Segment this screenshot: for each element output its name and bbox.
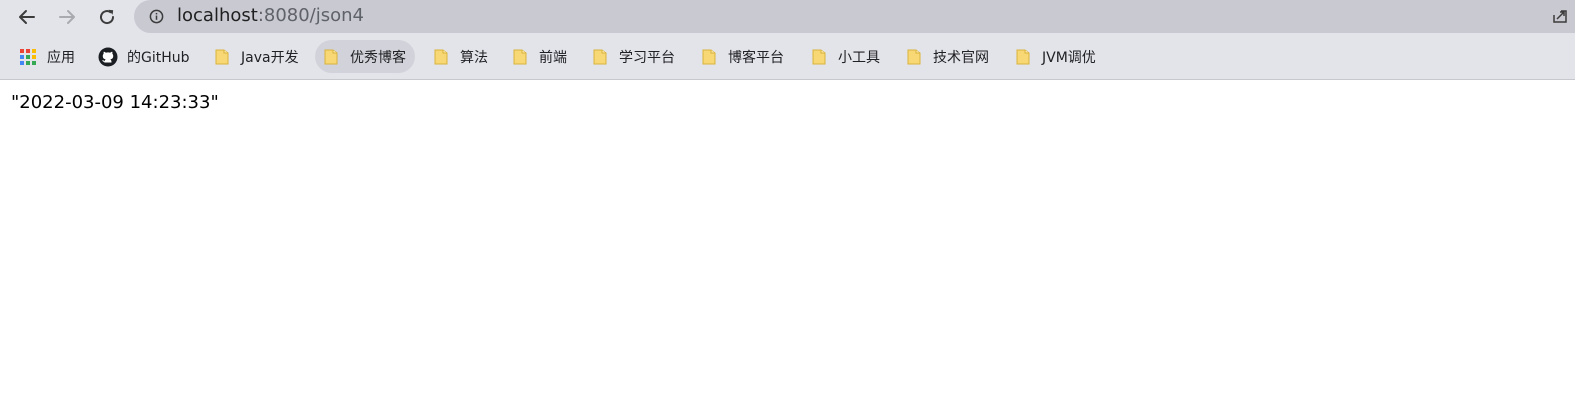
bookmark-folder-jvm[interactable]: JVM调优 — [1007, 40, 1105, 73]
github-icon — [98, 47, 118, 66]
arrow-left-icon — [19, 10, 35, 24]
bookmark-folder-java[interactable]: Java开发 — [206, 40, 308, 73]
bookmark-label: 博客平台 — [728, 49, 784, 66]
folder-icon — [215, 49, 229, 64]
folder-icon — [907, 49, 921, 64]
bookmark-label: 的GitHub — [127, 49, 190, 66]
bookmark-label: 学习平台 — [619, 49, 675, 66]
url-path: :8080/json4 — [257, 5, 365, 26]
browser-toolbar: localhost:8080/json4 — [0, 0, 1575, 35]
bookmark-label: 技术官网 — [933, 49, 989, 66]
url-host: localhost — [177, 5, 258, 26]
apps-grid-icon — [20, 48, 36, 65]
reload-button[interactable] — [92, 3, 122, 31]
address-bar[interactable]: localhost:8080/json4 — [134, 0, 1575, 33]
folder-icon — [513, 49, 527, 64]
folder-icon — [702, 49, 716, 64]
folder-icon — [434, 49, 448, 64]
bookmark-folder-learning[interactable]: 学习平台 — [584, 40, 684, 73]
arrow-right-icon — [59, 10, 75, 24]
bookmark-folder-official-sites[interactable]: 技术官网 — [898, 40, 998, 73]
info-icon[interactable] — [149, 9, 164, 24]
json-response-text: "2022-03-09 14:23:33" — [11, 92, 219, 113]
bookmark-label: 算法 — [460, 49, 488, 66]
reload-icon — [100, 9, 115, 25]
bookmark-label: Java开发 — [241, 49, 299, 66]
bookmark-label: 前端 — [539, 49, 567, 66]
bookmark-folder-blog-platforms[interactable]: 博客平台 — [693, 40, 793, 73]
forward-button[interactable] — [52, 3, 82, 31]
url-text[interactable]: localhost:8080/json4 — [177, 5, 364, 27]
bookmark-folder-blogs[interactable]: 优秀博客 — [315, 40, 415, 73]
bookmark-label: JVM调优 — [1042, 49, 1096, 66]
bookmarks-bar: 应用 的GitHub Java开发 优秀博客 算法 前端 学习平台 博客平台 小… — [0, 35, 1575, 80]
bookmark-label: 应用 — [47, 49, 75, 66]
bookmark-github[interactable]: 的GitHub — [90, 40, 198, 73]
bookmark-label: 优秀博客 — [350, 49, 406, 66]
bookmark-folder-algorithms[interactable]: 算法 — [425, 40, 497, 73]
bookmark-folder-tools[interactable]: 小工具 — [803, 40, 889, 73]
bookmark-label: 小工具 — [838, 49, 880, 66]
bookmark-apps[interactable]: 应用 — [12, 40, 83, 73]
bookmark-folder-frontend[interactable]: 前端 — [504, 40, 576, 73]
folder-icon — [812, 49, 826, 64]
share-icon[interactable] — [1551, 8, 1569, 26]
back-button[interactable] — [12, 3, 42, 31]
folder-icon — [1016, 49, 1030, 64]
folder-icon — [324, 49, 338, 64]
folder-icon — [593, 49, 607, 64]
